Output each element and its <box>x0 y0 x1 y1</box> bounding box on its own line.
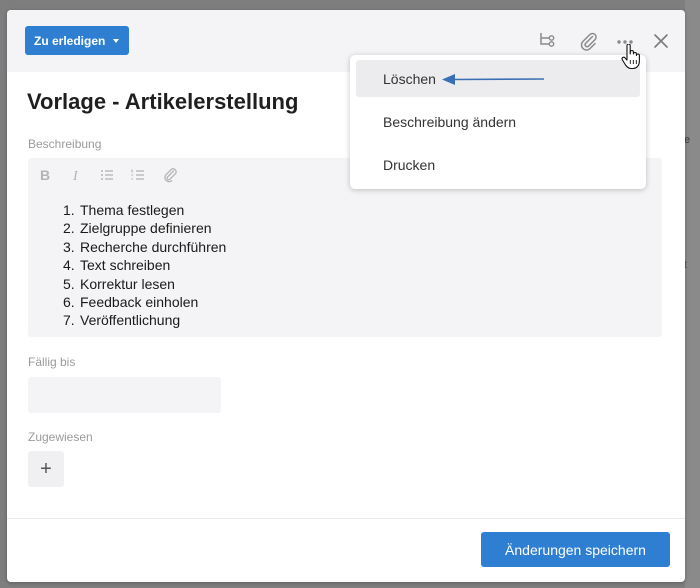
caret-down-icon <box>113 39 119 43</box>
list-item: 5. Korrektur lesen <box>63 275 175 292</box>
annotation-arrow-icon <box>442 74 545 85</box>
subtasks-icon[interactable] <box>536 30 558 52</box>
list-item: 7. Veröffentlichung <box>63 312 181 329</box>
close-icon[interactable] <box>650 30 672 52</box>
footer-divider <box>7 518 685 519</box>
description-label: Beschreibung <box>28 137 102 151</box>
list-item: 1. Thema festlegen <box>63 202 185 218</box>
bullet-list-icon[interactable] <box>98 166 116 184</box>
background-app-edge <box>685 0 700 588</box>
status-dropdown-button[interactable]: Zu erledigen <box>25 26 129 55</box>
menu-item-print[interactable]: Drucken <box>356 146 640 183</box>
save-changes-button[interactable]: Änderungen speichern <box>481 532 670 567</box>
assigned-label: Zugewiesen <box>28 430 93 444</box>
hand-cursor-icon <box>621 44 640 70</box>
bold-icon[interactable]: B <box>36 166 54 184</box>
add-assignee-button[interactable]: + <box>28 451 64 487</box>
list-item: 3. Recherche durchführen <box>63 238 227 255</box>
description-list: 1. Thema festlegen 2. Zielgruppe definiere… <box>63 201 226 330</box>
menu-item-label: Beschreibung ändern <box>383 113 517 130</box>
svg-text:I: I <box>72 169 79 184</box>
due-date-input[interactable] <box>28 377 221 413</box>
menu-item-label: Löschen <box>383 70 436 87</box>
numbered-list-icon[interactable] <box>129 166 147 184</box>
menu-item-edit-description[interactable]: Beschreibung ändern <box>356 103 640 140</box>
due-date-label: Fällig bis <box>28 355 76 369</box>
list-item: 6. Feedback einholen <box>63 294 199 311</box>
list-item: 2. Zielgruppe definieren <box>63 220 212 237</box>
svg-text:B: B <box>40 167 50 183</box>
list-item: 4. Text schreiben <box>63 257 171 274</box>
task-title[interactable]: Vorlage - Artikelerstellung <box>27 89 298 115</box>
attach-icon[interactable] <box>161 166 179 184</box>
menu-item-label: Drucken <box>383 156 436 173</box>
status-button-label: Zu erledigen <box>34 33 106 48</box>
attachment-icon[interactable] <box>577 30 599 52</box>
italic-icon[interactable]: I <box>67 166 85 184</box>
